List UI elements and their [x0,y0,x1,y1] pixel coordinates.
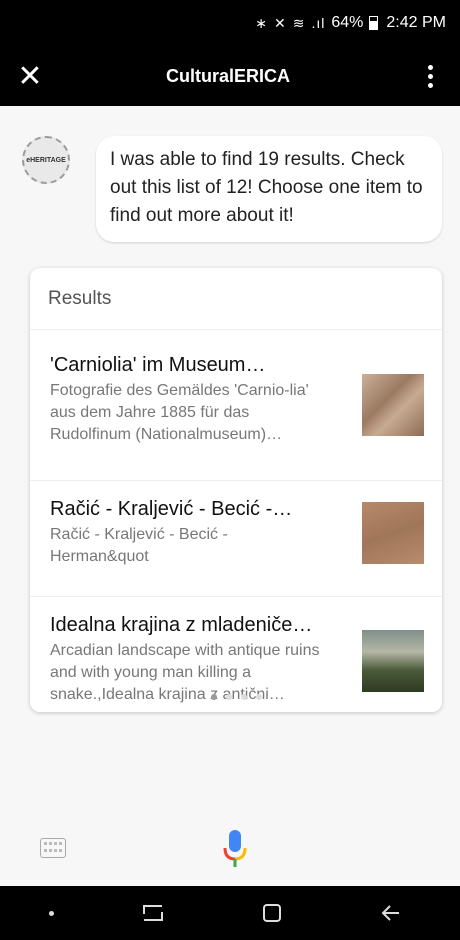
page-dot[interactable] [210,694,217,700]
result-item-3[interactable]: Idealna krajina z mladeniče… Arcadian la… [30,612,442,732]
nav-dot-indicator [49,910,55,916]
assistant-message: eHERITAGE I was able to find 19 results.… [22,136,442,242]
home-icon [262,904,281,922]
result-thumbnail [362,630,424,692]
home-button[interactable] [252,893,292,933]
avatar: eHERITAGE [22,136,70,184]
result-item-2[interactable]: Račić - Kraljević - Becić -… Račić - Kra… [30,496,442,616]
result-thumbnail [362,502,424,564]
back-button[interactable] [371,893,411,933]
result-thumbnail [362,374,424,436]
result-item-1[interactable]: 'Carniolia' im Museum… Fotografie des Ge… [30,352,442,472]
result-description: Račić - Kraljević - Becić - Herman&quot [50,526,228,565]
recents-icon [143,905,164,921]
app-title: CulturalERICA [165,65,290,86]
more-vert-icon [427,64,433,70]
result-title: 'Carniolia' im Museum… [50,354,266,376]
back-arrow-icon [381,905,399,921]
microphone-icon[interactable] [222,828,248,870]
status-bar: ∗ ✕ ≋ .ıl 64% 2:42 PM [0,0,460,46]
page-dot[interactable] [255,694,262,700]
recents-button[interactable] [133,893,173,933]
divider [30,480,442,481]
keyboard-icon[interactable] [40,838,66,858]
result-title: Račić - Kraljević - Becić -… [50,498,293,520]
result-title: Idealna krajina z mladeniče… [50,614,313,636]
page-dot[interactable] [240,694,247,700]
close-button[interactable]: ✕ [0,59,60,94]
wifi-icon: ≋ [292,14,306,31]
carousel-pager[interactable] [30,694,442,700]
battery-icon [369,16,379,30]
clock: 2:42 PM [386,14,446,31]
result-description: Fotografie des Gemäldes 'Carnio-lia' aus… [50,382,309,443]
page-dot[interactable] [225,694,232,700]
app-bar: ✕ CulturalERICA [0,46,460,106]
results-header: Results [30,268,442,330]
message-bubble: I was able to find 19 results. Check out… [96,136,442,242]
more-options-button[interactable] [400,64,460,88]
results-card: Results 'Carniolia' im Museum… Fotografi… [30,268,442,712]
avatar-logo-text: eHERITAGE [26,156,66,164]
divider [30,596,442,597]
bluetooth-icon: ∗ [255,14,269,31]
navigation-bar [0,886,460,940]
mute-icon: ✕ [274,14,287,31]
close-icon: ✕ [17,59,43,93]
signal-icon: .ıl [311,15,326,31]
battery-percent: 64% [331,14,364,31]
